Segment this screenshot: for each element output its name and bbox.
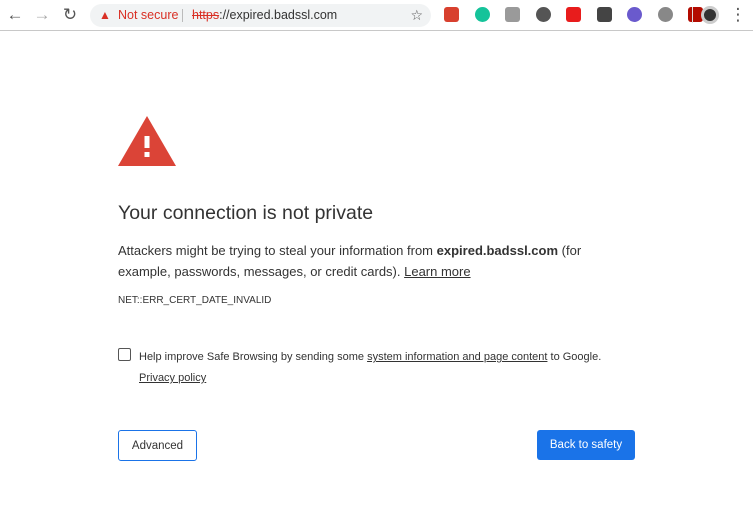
back-icon[interactable]: ← — [5, 5, 25, 25]
warning-icon[interactable]: ▲ — [99, 4, 111, 27]
star-icon[interactable]: ☆ — [410, 4, 423, 27]
divider — [692, 7, 693, 23]
grammarly-extension-icon[interactable] — [474, 7, 490, 22]
notes-extension-icon[interactable] — [505, 7, 520, 22]
bookmark-extension-icon[interactable] — [444, 7, 459, 22]
gear-extension-icon[interactable] — [657, 7, 673, 22]
safe-browsing-checkbox[interactable] — [118, 348, 131, 361]
eye-extension-icon[interactable] — [627, 7, 642, 22]
m-extension-icon[interactable] — [596, 7, 612, 22]
browser-toolbar: ← → ↻ ▲ Not secure https://expired.badss… — [0, 0, 753, 31]
address-bar[interactable]: ▲ Not secure https://expired.badssl.com … — [90, 4, 431, 27]
reload-icon[interactable]: ↻ — [60, 5, 80, 25]
error-message: Attackers might be trying to steal your … — [118, 243, 582, 279]
url-text[interactable]: https://expired.badssl.com — [192, 4, 337, 27]
menu-icon[interactable]: ⋮ — [728, 5, 748, 25]
advanced-button[interactable]: Advanced — [118, 430, 197, 461]
warning-triangle-icon — [118, 116, 176, 166]
safe-browsing-label: Help improve Safe Browsing by sending so… — [139, 351, 602, 384]
error-code: NET::ERR_CERT_DATE_INVALID — [118, 295, 272, 306]
back-to-safety-button[interactable]: Back to safety — [537, 430, 635, 460]
forward-icon[interactable]: → — [32, 5, 52, 25]
privacy-policy-link[interactable]: Privacy policy — [139, 372, 206, 384]
adblock-extension-icon[interactable] — [566, 7, 581, 22]
divider — [182, 9, 183, 22]
avatar[interactable] — [701, 6, 719, 24]
learn-more-link[interactable]: Learn more — [404, 264, 470, 279]
system-info-link[interactable]: system information and page content — [367, 351, 547, 363]
page-title: Your connection is not private — [118, 202, 374, 224]
security-label[interactable]: Not secure — [118, 4, 178, 27]
circle-extension-icon[interactable] — [535, 7, 551, 22]
